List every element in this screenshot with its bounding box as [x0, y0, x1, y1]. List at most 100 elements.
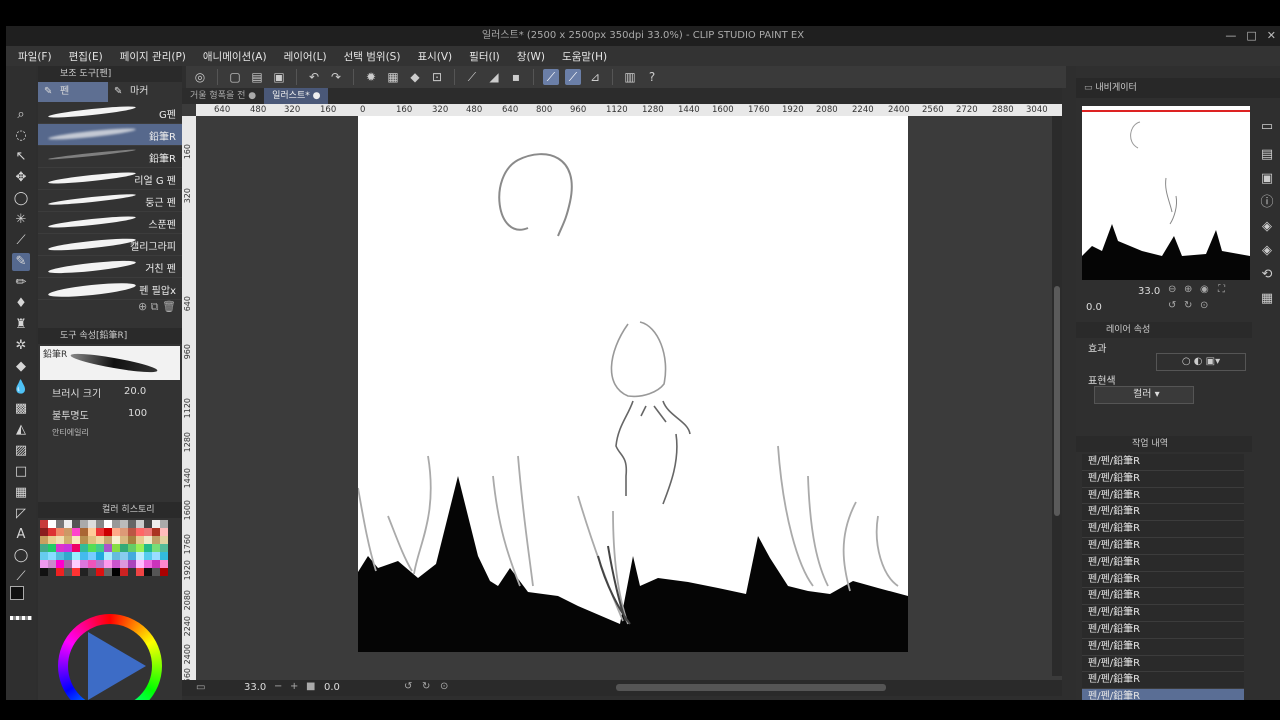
opacity-value[interactable]: 100: [128, 408, 147, 419]
balloon-icon[interactable]: ◯: [12, 547, 30, 565]
menu-window[interactable]: 창(W): [517, 49, 545, 64]
list-item[interactable]: 펜/펜/鉛筆R: [1082, 521, 1244, 538]
new-file-icon[interactable]: ▢: [227, 69, 243, 85]
text-icon[interactable]: A: [12, 526, 30, 544]
color-wheel[interactable]: [58, 614, 162, 700]
gradient-icon[interactable]: ▨: [12, 442, 30, 460]
tab-mirror[interactable]: 거울 형폭을 전 ●: [182, 88, 264, 104]
rotate-icon[interactable]: ◌: [12, 127, 30, 145]
drawing-canvas[interactable]: [358, 116, 908, 652]
list-item[interactable]: G펜: [38, 102, 182, 124]
anti-alias-row[interactable]: 안티에일리: [38, 426, 182, 440]
nav-fit-icon[interactable]: ◉: [1200, 284, 1209, 295]
zoom-out-icon[interactable]: −: [274, 681, 282, 692]
layers-icon[interactable]: ◈: [1258, 242, 1276, 260]
operation-icon[interactable]: ↖: [12, 148, 30, 166]
maximize-button[interactable]: □: [1246, 26, 1256, 46]
brush-icon[interactable]: ♦: [12, 295, 30, 313]
tab-illustration[interactable]: 일러스트* ●: [264, 88, 329, 104]
figure-icon[interactable]: □: [12, 463, 30, 481]
angle-value[interactable]: 0.0: [324, 682, 340, 693]
lasso-icon[interactable]: ◯: [12, 190, 30, 208]
tab-marker[interactable]: ✎ 마커: [108, 82, 178, 102]
save-icon[interactable]: ▣: [271, 69, 287, 85]
transparent-color-swatch[interactable]: [10, 616, 32, 620]
nav-rotate-right-icon[interactable]: ↻: [1184, 300, 1192, 311]
list-item[interactable]: 펜/펜/鉛筆R: [1082, 656, 1244, 673]
opacity-row[interactable]: 불투명도 100: [38, 404, 182, 426]
list-item[interactable]: 펜/펜/鉛筆R: [1082, 588, 1244, 606]
info-icon[interactable]: ⓘ: [1258, 194, 1276, 212]
deselect-icon[interactable]: ⟋: [464, 69, 480, 85]
decoration-icon[interactable]: ✲: [12, 337, 30, 355]
list-item[interactable]: 펜/펜/鉛筆R: [1082, 488, 1244, 505]
settings-icon[interactable]: ▥: [622, 69, 638, 85]
expression-color-select[interactable]: 컬러 ▾: [1094, 386, 1194, 404]
menu-help[interactable]: 도움말(H): [562, 49, 607, 64]
history-list[interactable]: 펜/펜/鉛筆R 펜/펜/鉛筆R 펜/펜/鉛筆R 펜/펜/鉛筆R 펜/펜/鉛筆R …: [1082, 454, 1244, 700]
list-item[interactable]: 펜/펜/鉛筆R: [1082, 572, 1244, 589]
close-button[interactable]: ✕: [1267, 26, 1276, 46]
list-item[interactable]: 펜/펜/鉛筆R: [1082, 672, 1244, 690]
zoom-icon[interactable]: ⌕: [12, 106, 30, 124]
list-item[interactable]: 펜/펜/鉛筆R: [1082, 605, 1244, 622]
help-icon[interactable]: ?: [644, 69, 660, 85]
redo-icon[interactable]: ↷: [328, 69, 344, 85]
pencil-icon[interactable]: ✏: [12, 274, 30, 292]
nav-reset-icon[interactable]: ⊙: [1200, 300, 1208, 311]
list-item[interactable]: 鉛筆R: [38, 146, 182, 168]
brush-size-value[interactable]: 20.0: [124, 386, 146, 397]
effect-buttons[interactable]: ○ ◐ ▣▾: [1156, 353, 1246, 371]
pen-icon[interactable]: ✎: [12, 253, 30, 271]
animation-icon[interactable]: ▦: [1258, 290, 1276, 308]
airbrush-icon[interactable]: ♜: [12, 316, 30, 334]
nav-zoom-in-icon[interactable]: ⊕: [1184, 284, 1192, 295]
list-item[interactable]: 캘리그라피: [38, 234, 182, 256]
layer-panel-icon[interactable]: ▭: [1258, 118, 1276, 136]
list-item[interactable]: 펜/펜/鉛筆R: [1082, 538, 1244, 555]
menu-page[interactable]: 페이지 관리(P): [120, 49, 186, 64]
open-file-icon[interactable]: ▤: [249, 69, 265, 85]
eraser-icon[interactable]: ◆: [12, 358, 30, 376]
menu-file[interactable]: 파일(F): [18, 49, 52, 64]
list-item[interactable]: 둥근 펜: [38, 190, 182, 212]
snap-grid-icon[interactable]: ⊿: [587, 69, 603, 85]
rotate-left-icon[interactable]: ↺: [404, 681, 412, 692]
color-history-grid[interactable]: [40, 520, 168, 576]
fill-icon[interactable]: ◆: [407, 69, 423, 85]
brush-size-row[interactable]: 브러시 크기 20.0: [38, 382, 182, 404]
bucket-icon[interactable]: ◭: [12, 421, 30, 439]
timeline-icon[interactable]: ⟲: [1258, 266, 1276, 284]
tab-pen[interactable]: ✎ 펜: [38, 82, 108, 102]
blend-icon[interactable]: 💧: [12, 379, 30, 397]
list-item[interactable]: 펜/펜/鉛筆R: [1082, 622, 1244, 639]
list-item[interactable]: 펜 필압x: [38, 278, 182, 300]
color-triangle[interactable]: [88, 632, 146, 700]
list-item[interactable]: 鉛筆R: [38, 124, 182, 146]
menu-filter[interactable]: 필터(I): [469, 49, 500, 64]
snap-special-ruler-icon[interactable]: ⟋: [565, 69, 581, 85]
list-item[interactable]: 펜/펜/鉛筆R: [1082, 555, 1244, 572]
fit-icon[interactable]: ■: [306, 681, 315, 692]
vertical-scroll-thumb[interactable]: [1054, 286, 1060, 516]
clear-icon[interactable]: ▦: [385, 69, 401, 85]
nav-zoom-out-icon[interactable]: ⊖: [1168, 284, 1176, 295]
frame-icon[interactable]: ▦: [12, 484, 30, 502]
fill-tool-icon[interactable]: ▩: [12, 400, 30, 418]
list-item[interactable]: 리얼 G 펜: [38, 168, 182, 190]
eyedropper-icon[interactable]: ⟋: [12, 232, 30, 250]
move-layer-icon[interactable]: ✥: [12, 169, 30, 187]
select-icon[interactable]: ▪: [508, 69, 524, 85]
list-item[interactable]: 펜/펜/鉛筆R: [1082, 639, 1244, 656]
menu-edit[interactable]: 편집(E): [69, 49, 103, 64]
horizontal-scroll-thumb[interactable]: [616, 684, 886, 691]
list-item[interactable]: 스푼펜: [38, 212, 182, 234]
menu-layer[interactable]: 레이어(L): [284, 49, 327, 64]
navigator-angle-value[interactable]: 0.0: [1086, 302, 1102, 313]
list-item[interactable]: 펜/펜/鉛筆R: [1082, 504, 1244, 522]
magic-wand-icon[interactable]: ✳: [12, 211, 30, 229]
nav-fullscreen-icon[interactable]: ⛶: [1218, 284, 1225, 295]
undo-icon[interactable]: ↶: [306, 69, 322, 85]
main-color-swatch[interactable]: [10, 586, 24, 600]
add-subtool-icon[interactable]: ⊕: [138, 300, 147, 313]
